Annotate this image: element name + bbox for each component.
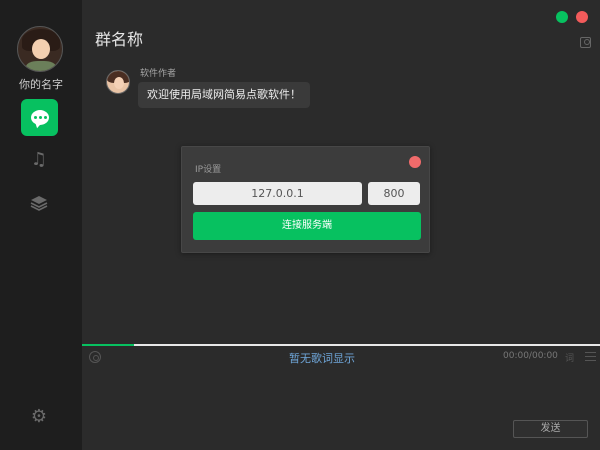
playlist-icon[interactable]: [585, 352, 596, 361]
disc-icon[interactable]: [89, 351, 101, 363]
lyric-bar: 暂无歌词显示 00:00/00:00 词: [82, 346, 600, 368]
minimize-button[interactable]: [556, 11, 568, 23]
message-bubble: 欢迎使用局域网简易点歌软件！: [138, 82, 310, 108]
port-input[interactable]: [368, 182, 420, 205]
sidebar: 你的名字 ♫ ⚙: [0, 0, 82, 450]
username: 你的名字: [19, 78, 63, 91]
send-button[interactable]: 发送: [513, 420, 588, 438]
avatar[interactable]: [17, 26, 63, 72]
message-sender: 软件作者: [140, 69, 177, 79]
ip-settings-dialog: IP设置 连接服务端: [181, 146, 430, 253]
lyric-toggle-icon[interactable]: 词: [565, 351, 574, 364]
close-button[interactable]: [576, 11, 588, 23]
ip-address-input[interactable]: [193, 182, 362, 205]
lyric-text: 暂无歌词显示: [289, 352, 355, 365]
layers-icon[interactable]: [29, 193, 49, 213]
nav-chat-button[interactable]: [21, 99, 58, 136]
playback-time: 00:00/00:00: [503, 351, 558, 361]
sender-avatar: [106, 70, 130, 94]
gear-icon[interactable]: ⚙: [30, 408, 48, 426]
dialog-title: IP设置: [195, 165, 222, 175]
page-title: 群名称: [95, 30, 144, 49]
connect-server-button[interactable]: 连接服务端: [193, 212, 421, 240]
dialog-close-button[interactable]: [409, 156, 421, 168]
music-note-icon[interactable]: ♫: [29, 150, 49, 170]
chat-bubble-icon: [30, 110, 49, 125]
member-list-icon[interactable]: [580, 37, 591, 48]
